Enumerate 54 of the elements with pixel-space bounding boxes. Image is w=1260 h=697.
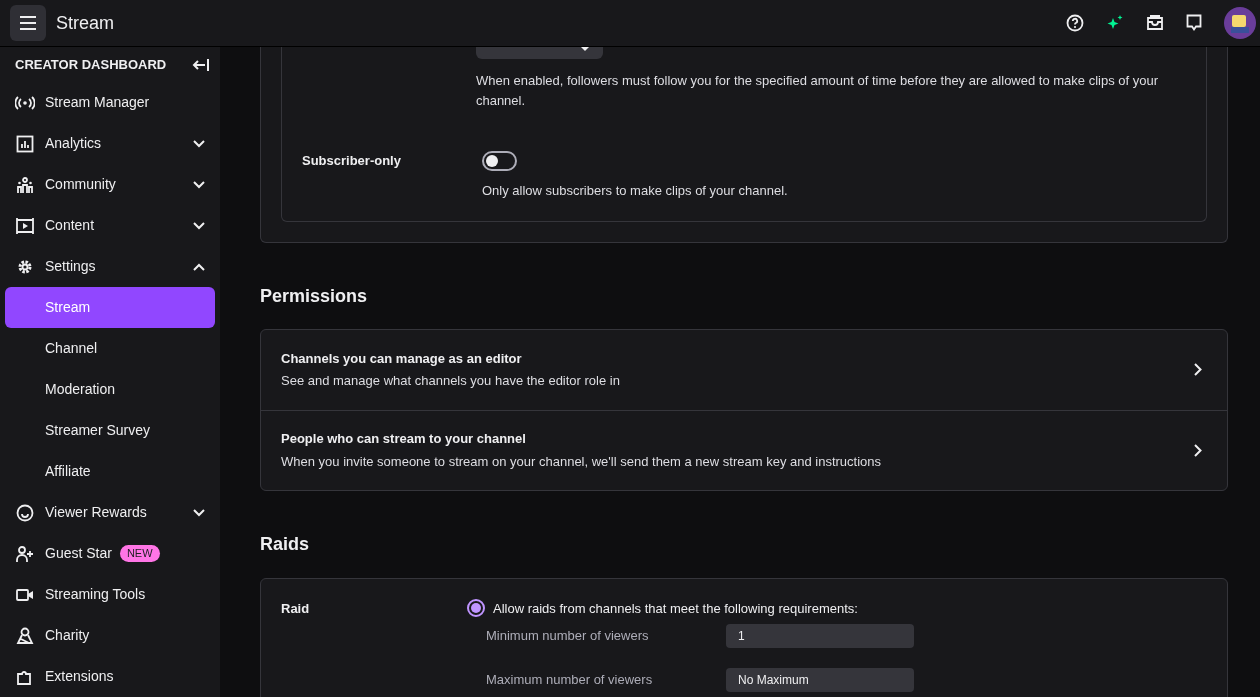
sidebar-label[interactable]: Viewer Rewards [45, 502, 147, 523]
menu-icon [19, 16, 37, 30]
row-description: When you invite someone to stream on your channel, we'll send them a new stream key and instructions [281, 452, 882, 471]
sidebar-label[interactable]: Streaming Tools [45, 584, 146, 605]
sidebar-label[interactable]: Settings [45, 256, 96, 277]
add-person-icon [16, 544, 34, 563]
row-title: Channels you can manage as an editor [281, 349, 523, 368]
setting-label: Raid [281, 599, 311, 618]
sidebar-subitem[interactable]: Streamer Survey [5, 410, 215, 451]
row-title: People who can stream to your channel [281, 430, 527, 448]
sidebar-label[interactable]: Charity [45, 625, 90, 646]
sidebar-label[interactable]: Stream Manager [45, 92, 150, 113]
chevron-right-icon [1194, 443, 1202, 457]
sidebar-label[interactable]: Guest Star [45, 543, 112, 564]
people-icon [16, 175, 34, 194]
sidebar-label[interactable]: Analytics [45, 133, 102, 154]
section-heading: Raids [260, 532, 311, 556]
settings-row[interactable]: People who can stream to your channel When you invite someone to stream on your channel, we'll send them a new stream key and instructions [261, 409, 1227, 490]
sidebar-subitem[interactable]: Channel [5, 328, 215, 369]
chevron-right-icon [1194, 363, 1202, 376]
toggle-switch[interactable] [482, 151, 517, 171]
sidebar-subitem[interactable]: Moderation [5, 369, 215, 410]
chat-bubble-icon[interactable] [1186, 14, 1202, 32]
sidebar-subitem[interactable]: Stream [5, 287, 215, 328]
bar-chart-icon [16, 134, 34, 153]
field-label: Maximum number of viewers [486, 671, 654, 690]
input-field[interactable]: No Maximum [726, 668, 914, 692]
page-title: Stream [56, 11, 115, 35]
menu-button[interactable] [10, 5, 46, 41]
new-badge: NEW [119, 545, 160, 562]
radio-label: Allow raids from channels that meet the following requirements: [493, 599, 858, 618]
radio-button[interactable] [467, 599, 485, 618]
avatar[interactable] [1224, 7, 1256, 39]
help-icon[interactable] [1066, 14, 1084, 32]
sidebar-label[interactable]: Community [45, 174, 116, 195]
section-heading: Permissions [260, 284, 369, 308]
sidebar-label[interactable]: Content [45, 215, 95, 236]
collapse-icon[interactable] [192, 57, 210, 72]
setting-label: Subscriber-only [302, 152, 402, 170]
sidebar-label[interactable]: Extensions [45, 666, 114, 687]
smiley-icon [16, 503, 34, 522]
camera-icon [16, 587, 34, 602]
setting-description: When enabled, followers must follow you for the specified amount of time before they are allowed to make clips of your channel. [475, 72, 1160, 110]
setting-description: Only allow subscribers to make clips of your channel. [482, 182, 788, 200]
broadcast-icon [15, 95, 35, 110]
row-description: See and manage what channels you have the editor role in [281, 372, 620, 390]
inbox-icon[interactable] [1146, 15, 1164, 31]
ribbon-icon [16, 626, 34, 645]
sidebar-subitem[interactable]: Affiliate [5, 451, 215, 492]
input-field[interactable]: 1 [726, 624, 914, 648]
sidebar-title: CREATOR DASHBOARD [15, 55, 167, 74]
settings-row[interactable]: Channels you can manage as an editor See and manage what channels you have the editor role in [261, 329, 1227, 410]
field-label: Minimum number of viewers [486, 627, 650, 646]
video-frame-icon [16, 216, 34, 235]
